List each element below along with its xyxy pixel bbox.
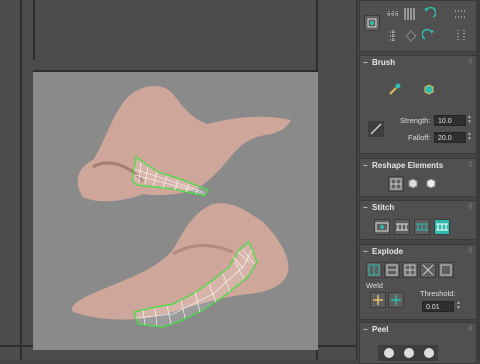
uv-editor-viewport[interactable] [0, 0, 356, 360]
collapse-icon: − [363, 161, 368, 170]
drag-handle-icon[interactable]: ⠿ [468, 56, 473, 69]
explode-by-smoothing-icon[interactable] [402, 262, 418, 278]
drag-handle-icon[interactable]: ⠿ [468, 159, 473, 172]
brush-rollout-header[interactable]: − Brush ⠿ [360, 56, 476, 69]
distribute-horizontal-icon[interactable] [454, 7, 470, 23]
distribute-vertical-icon[interactable] [454, 29, 470, 45]
drag-handle-icon[interactable]: ⠿ [468, 323, 473, 336]
align-vertical-icon[interactable] [386, 29, 402, 45]
threshold-label: Threshold: [420, 289, 456, 298]
relax-settings-icon[interactable] [424, 176, 440, 192]
collapse-icon: − [363, 203, 368, 212]
uv-texture-canvas[interactable] [33, 72, 318, 350]
stitch-to-target-icon[interactable] [394, 219, 410, 235]
paint-brush-icon[interactable] [388, 82, 404, 98]
brush-rollout: − Brush ⠿ Strength: 10.0 ▲ ▼ Falloff: 20.0 … [359, 55, 477, 154]
reshape-rollout-header[interactable]: − Reshape Elements ⠿ [360, 159, 476, 172]
detach-icon[interactable] [384, 262, 400, 278]
stitch-rollout-header[interactable]: − Stitch ⠿ [360, 201, 476, 214]
collapse-icon: − [363, 247, 368, 256]
strength-label: Strength: [400, 116, 431, 125]
space-vertical-icon[interactable] [402, 7, 418, 23]
stitch-average-icon[interactable] [414, 219, 430, 235]
strength-spinner[interactable]: ▲ ▼ [467, 115, 473, 126]
flatten-by-angle-icon[interactable] [438, 262, 454, 278]
reshape-title: Reshape Elements [372, 161, 444, 170]
strength-field[interactable]: 10.0 [434, 115, 466, 126]
pack-icon[interactable] [404, 29, 420, 45]
rotate-ccw-icon[interactable] [422, 7, 438, 23]
break-icon[interactable] [366, 262, 382, 278]
peel-rollout: − Peel ⠿ [359, 322, 477, 364]
threshold-spinner[interactable]: ▲ ▼ [456, 301, 462, 312]
stitch-rollout: − Stitch ⠿ [359, 200, 477, 240]
peel-rollout-header[interactable]: − Peel ⠿ [360, 323, 476, 336]
relax-brush-icon[interactable] [422, 82, 438, 98]
peel-title: Peel [372, 325, 389, 334]
rotate-cw-icon[interactable] [422, 29, 438, 45]
explode-by-material-icon[interactable] [420, 262, 436, 278]
explode-rollout-header[interactable]: − Explode ⠿ [360, 245, 476, 258]
weld-selected-icon[interactable] [370, 292, 386, 308]
reshape-elements-rollout: − Reshape Elements ⠿ [359, 158, 477, 197]
brush-stroke-icon[interactable] [368, 121, 384, 137]
drag-handle-icon[interactable]: ⠿ [468, 245, 473, 258]
peel-buttons-group [378, 345, 438, 361]
falloff-field[interactable]: 20.0 [434, 132, 466, 143]
align-horizontal-icon[interactable] [386, 7, 402, 23]
explode-title: Explode [372, 247, 404, 256]
threshold-field[interactable]: 0.01 [422, 301, 454, 312]
straighten-selection-icon[interactable] [388, 176, 404, 192]
weld-label: Weld [366, 281, 383, 290]
collapse-icon: − [363, 325, 368, 334]
viewport-divider-left [20, 0, 22, 360]
weld-all-icon[interactable] [388, 292, 404, 308]
viewport-divider-top [33, 0, 35, 60]
drag-handle-icon[interactable]: ⠿ [468, 201, 473, 214]
quick-transform-rollout [359, 0, 477, 52]
stitch-custom-icon[interactable] [374, 219, 390, 235]
stitch-title: Stitch [372, 203, 395, 212]
uv-tools-panel: − Brush ⠿ Strength: 10.0 ▲ ▼ Falloff: 20.0 … [356, 0, 480, 364]
align-center-icon[interactable] [364, 15, 380, 31]
collapse-icon: − [363, 58, 368, 67]
chicken-wing-texture [72, 86, 291, 328]
stitch-to-source-icon[interactable] [434, 219, 450, 235]
relax-icon[interactable] [406, 176, 422, 192]
falloff-spinner[interactable]: ▲ ▼ [467, 132, 473, 143]
falloff-label: Falloff: [408, 133, 431, 142]
brush-title: Brush [372, 58, 396, 67]
explode-rollout: − Explode ⠿ Weld Threshold: 0.01 ▲ ▼ [359, 244, 477, 320]
